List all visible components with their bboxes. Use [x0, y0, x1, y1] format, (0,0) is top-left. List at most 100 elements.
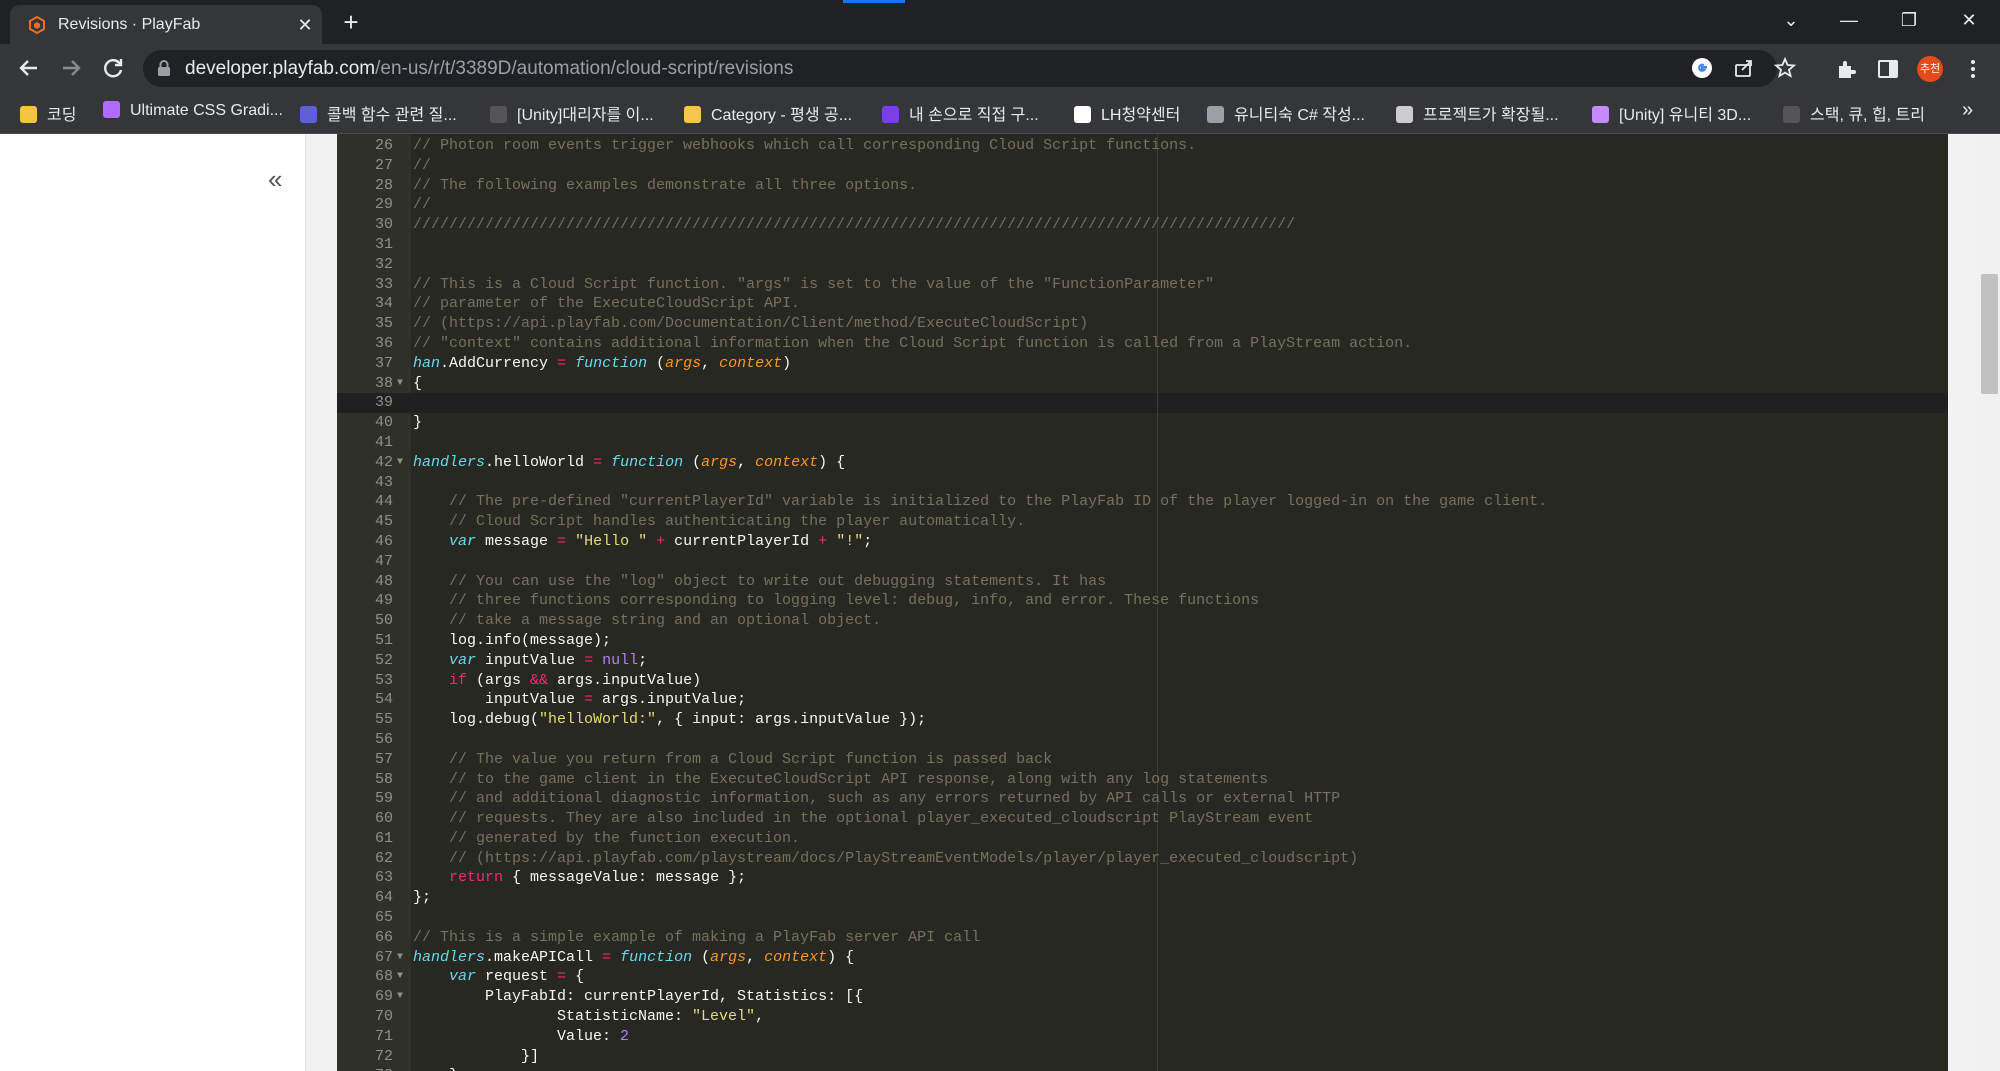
code-line[interactable]: 39 [337, 393, 1948, 413]
code-line[interactable]: 52 var inputValue = null; [337, 651, 1948, 671]
code-line[interactable]: 34 // parameter of the ExecuteCloudScript… [337, 294, 1948, 314]
fold-arrow-icon[interactable]: ▼ [397, 453, 403, 473]
tab-revisions[interactable]: Revisions · PlayFab ✕ [10, 5, 322, 44]
code-line[interactable]: 54 inputValue = args.inputValue; [337, 690, 1948, 710]
code-line[interactable]: 43 [337, 473, 1948, 493]
line-code: // This is a simple example of making a … [413, 928, 980, 948]
code-line[interactable]: 72 }] [337, 1047, 1948, 1067]
line-code: log.debug("helloWorld:", { input: args.i… [413, 710, 926, 730]
tab-search-icon[interactable]: ⌄ [1768, 0, 1814, 40]
code-token: , [701, 354, 720, 372]
fold-arrow-icon[interactable]: ▼ [397, 948, 403, 968]
code-line[interactable]: 60 // requests. They are also included i… [337, 809, 1948, 829]
code-line[interactable]: 62 // (https://api.playfab.com/playstrea… [337, 849, 1948, 869]
scrollbar-thumb[interactable] [1981, 274, 1998, 394]
code-token: = [557, 532, 567, 550]
line-number: 28 [374, 176, 393, 194]
code-line[interactable]: 63 return { messageValue: message }; [337, 868, 1948, 888]
side-panel-icon[interactable] [1876, 57, 1900, 81]
code-line[interactable]: 31 [337, 235, 1948, 255]
code-line[interactable]: 41 [337, 433, 1948, 453]
window-close-button[interactable]: ✕ [1946, 0, 1992, 40]
bookmark-item[interactable]: 코딩 [20, 101, 76, 125]
reload-icon[interactable] [97, 52, 129, 84]
fold-arrow-icon[interactable]: ▼ [397, 987, 403, 1007]
collapse-sidebar-icon[interactable]: « [268, 164, 282, 195]
bookmark-star-icon[interactable] [1773, 56, 1797, 80]
bookmark-item[interactable]: LH청약센터 [1074, 101, 1180, 125]
lock-icon[interactable] [157, 59, 171, 77]
code-line[interactable]: 40} [337, 413, 1948, 433]
bookmark-item[interactable]: [Unity]대리자를 이... [490, 101, 654, 125]
bookmark-item[interactable]: 콜백 함수 관련 질... [300, 101, 457, 125]
code-line[interactable]: 65 [337, 908, 1948, 928]
code-line[interactable]: 68 ▼ var request = { [337, 967, 1948, 987]
code-line[interactable]: 55 log.debug("helloWorld:", { input: arg… [337, 710, 1948, 730]
code-line[interactable]: 51 log.info(message); [337, 631, 1948, 651]
code-line[interactable]: 71 Value: 2 [337, 1027, 1948, 1047]
code-line[interactable]: 49 // three functions corresponding to l… [337, 591, 1948, 611]
code-line[interactable]: 35 // (https://api.playfab.com/Documentat… [337, 314, 1948, 334]
code-line[interactable]: 61 // generated by the function executio… [337, 829, 1948, 849]
code-lines[interactable]: 26 // Photon room events trigger webhooks… [337, 136, 1948, 1071]
bookmark-item[interactable]: 내 손으로 직접 구... [882, 101, 1039, 125]
code-token: } [413, 414, 423, 432]
code-line[interactable]: 50 // take a message string and an optio… [337, 611, 1948, 631]
code-line[interactable]: 46 var message = "Hello " + currentPlaye… [337, 532, 1948, 552]
bookmark-item[interactable]: Ultimate CSS Gradi... [103, 101, 283, 125]
code-line[interactable]: 53 if (args && args.inputValue) [337, 671, 1948, 691]
code-line[interactable]: 57 // The value you return from a Cloud … [337, 750, 1948, 770]
new-tab-button[interactable]: + [333, 9, 369, 37]
google-icon[interactable] [1690, 56, 1714, 80]
code-line[interactable]: 30 //////////////////////////////////////… [337, 215, 1948, 235]
code-line[interactable]: 32 [337, 255, 1948, 275]
extensions-icon[interactable] [1834, 57, 1858, 81]
more-bookmarks-icon[interactable]: » [1962, 99, 1973, 122]
code-line[interactable]: 70 StatisticName: "Level", [337, 1007, 1948, 1027]
fold-arrow-icon[interactable]: ▼ [397, 967, 403, 987]
bookmark-label: LH청약센터 [1101, 107, 1181, 124]
code-editor[interactable]: 26 // Photon room events trigger webhooks… [337, 134, 1948, 1071]
code-line[interactable]: 27 // [337, 156, 1948, 176]
line-number: 65 [374, 909, 393, 927]
bookmark-item[interactable]: 프로젝트가 확장될... [1396, 101, 1559, 125]
code-line[interactable]: 42 ▼ handlers.helloWorld = function (args,… [337, 453, 1948, 473]
address-bar[interactable]: developer.playfab.com/en-us/r/t/3389D/au… [143, 50, 1797, 87]
code-line[interactable]: 36 // "context" contains additional infor… [337, 334, 1948, 354]
restore-button[interactable]: ❐ [1886, 0, 1932, 40]
code-line[interactable]: 38 ▼ { [337, 374, 1948, 394]
code-line[interactable]: 48 // You can use the "log" object to wr… [337, 572, 1948, 592]
fold-arrow-icon[interactable]: ▼ [397, 374, 403, 394]
profile-avatar[interactable]: 추천 [1917, 56, 1943, 82]
code-line[interactable]: 29 // [337, 195, 1948, 215]
code-line[interactable]: 26 // Photon room events trigger webhooks… [337, 136, 1948, 156]
code-line[interactable]: 28 // The following examples demonstrate … [337, 176, 1948, 196]
code-line[interactable]: 56 [337, 730, 1948, 750]
bookmark-item[interactable]: 유니티숙 C# 작성... [1207, 101, 1365, 125]
bookmark-item[interactable]: Category - 평생 공... [684, 101, 852, 125]
code-token: // (https://api.playfab.com/playstream/d… [413, 849, 1359, 867]
code-line[interactable]: 66 // This is a simple example of making … [337, 928, 1948, 948]
code-line[interactable]: 67 ▼ handlers.makeAPICall = function (args… [337, 948, 1948, 968]
code-line[interactable]: 44 // The pre-defined "currentPlayerId" … [337, 492, 1948, 512]
code-line[interactable]: 69 ▼ PlayFabId: currentPlayerId, Statisti… [337, 987, 1948, 1007]
minimize-button[interactable]: — [1826, 0, 1872, 40]
bookmark-item[interactable]: 스택, 큐, 힙, 트리 [1783, 101, 1925, 125]
line-number: 49 [374, 592, 393, 610]
close-tab-icon[interactable]: ✕ [294, 14, 316, 36]
code-line[interactable]: 58 // to the game client in the ExecuteC… [337, 770, 1948, 790]
code-line[interactable]: 59 // and additional diagnostic informat… [337, 789, 1948, 809]
menu-kebab-icon[interactable] [1968, 56, 1978, 82]
code-token: 2 [620, 1027, 630, 1045]
code-line[interactable]: 64}; [337, 888, 1948, 908]
bookmark-item[interactable]: [Unity] 유니티 3D... [1592, 101, 1751, 125]
code-line[interactable]: 47 [337, 552, 1948, 572]
code-line[interactable]: 45 // Cloud Script handles authenticatin… [337, 512, 1948, 532]
code-line[interactable]: 37 han.AddCurrency = function (args, cont… [337, 354, 1948, 374]
share-icon[interactable] [1732, 56, 1756, 80]
back-icon[interactable] [13, 52, 45, 84]
forward-icon[interactable] [55, 52, 87, 84]
code-line[interactable]: 73 }; [337, 1066, 1948, 1071]
code-line[interactable]: 33 // This is a Cloud Script function. "a… [337, 275, 1948, 295]
bookmarks-bar: » 코딩 Ultimate CSS Gradi... 콜백 함수 관련 질... [U… [0, 93, 2000, 134]
